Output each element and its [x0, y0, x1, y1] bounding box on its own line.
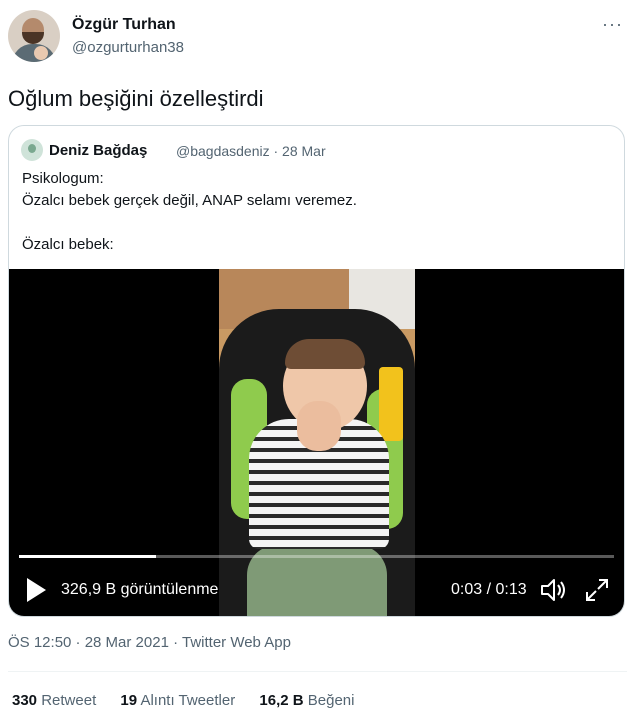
quoted-text-line: Özalcı bebek gerçek değil, ANAP selamı v…: [22, 192, 357, 209]
like-stat[interactable]: 16,2 B Beğeni: [259, 692, 354, 709]
video-progress-bar[interactable]: [19, 555, 614, 558]
quote-label: Alıntı Tweetler: [140, 692, 236, 709]
quoted-text-line: Özalcı bebek:: [22, 236, 114, 253]
tweet-timestamp[interactable]: ÖS 12:50 · 28 Mar 2021 · Twitter Web App: [8, 634, 291, 651]
author-avatar[interactable]: [8, 10, 60, 62]
quoted-text: Psikologum: Özalcı bebek gerçek değil, A…: [22, 168, 612, 256]
play-icon[interactable]: [25, 577, 47, 603]
retweet-count: 330: [12, 692, 38, 709]
divider: [8, 671, 627, 672]
quoted-text-line: Psikologum:: [22, 170, 104, 187]
author-handle[interactable]: @ozgurturhan38: [72, 39, 184, 56]
engagement-stats: 330 Retweet 19 Alıntı Tweetler 16,2 B Be…: [12, 692, 374, 709]
video-player[interactable]: 326,9 B görüntülenme 0:03 / 0:13: [9, 269, 624, 616]
author-name[interactable]: Özgür Turhan: [72, 16, 176, 34]
retweet-label: Retweet: [41, 692, 97, 709]
like-label: Beğeni: [307, 692, 355, 709]
video-time: 0:03 / 0:13: [451, 581, 527, 598]
like-count: 16,2 B: [259, 692, 304, 709]
quoted-avatar[interactable]: [21, 139, 43, 161]
quoted-handle-date[interactable]: @bagdasdeniz · 28 Mar: [176, 143, 326, 159]
retweet-stat[interactable]: 330 Retweet: [12, 692, 96, 709]
quote-count: 19: [120, 692, 138, 709]
view-count: 326,9 B görüntülenme: [61, 581, 219, 598]
quoted-tweet[interactable]: Deniz Bağdaş @bagdasdeniz · 28 Mar Psiko…: [8, 125, 625, 617]
quoted-text-line: [22, 212, 612, 234]
video-frame: [219, 269, 415, 616]
more-dots-icon[interactable]: ···: [602, 14, 623, 35]
quoted-author-name[interactable]: Deniz Bağdaş: [49, 142, 147, 159]
tweet-text: Oğlum beşiğini özelleştirdi: [8, 86, 264, 111]
video-progress-fill: [19, 555, 156, 558]
quote-stat[interactable]: 19 Alıntı Tweetler: [120, 692, 235, 709]
fullscreen-icon[interactable]: [584, 577, 610, 603]
volume-icon[interactable]: [539, 576, 567, 604]
tweet-header: Özgür Turhan @ozgurturhan38 ···: [8, 10, 627, 66]
